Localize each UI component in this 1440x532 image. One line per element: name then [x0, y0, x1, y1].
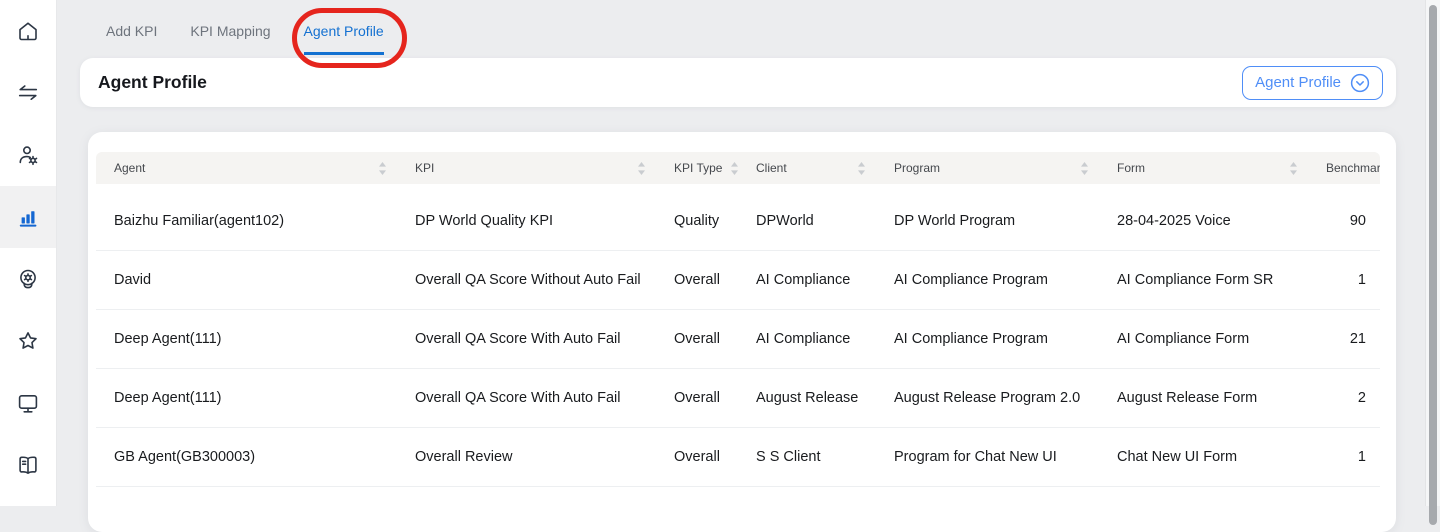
- table-body: Baizhu Familiar(agent102)DP World Qualit…: [96, 192, 1380, 487]
- column-label: Client: [756, 161, 787, 175]
- cell-benchmark: 1: [1308, 428, 1380, 487]
- cell-agent: Deep Agent(111): [96, 310, 397, 369]
- page-header-card: Agent Profile Agent Profile: [80, 58, 1396, 107]
- cell-kpi-type: Overall: [656, 369, 738, 428]
- cell-kpi-type: Quality: [656, 192, 738, 251]
- agent-profile-dropdown-button[interactable]: Agent Profile: [1242, 66, 1383, 100]
- sidebar-item-knowledge-base[interactable]: [0, 434, 56, 496]
- cell-client: August Release: [738, 369, 876, 428]
- table-scroll-area: Agent KPI KPI Type Client Program Form B…: [96, 152, 1380, 522]
- cell-benchmark: 2: [1308, 369, 1380, 428]
- cell-agent: David: [96, 251, 397, 310]
- table-row: Baizhu Familiar(agent102)DP World Qualit…: [96, 192, 1380, 251]
- tab-add-kpi[interactable]: Add KPI: [106, 23, 157, 55]
- column-label: Form: [1117, 161, 1145, 175]
- book-icon: [16, 453, 40, 477]
- cell-agent: Baizhu Familiar(agent102): [96, 192, 397, 251]
- cell-agent: Deep Agent(111): [96, 369, 397, 428]
- cell-benchmark: 21: [1308, 310, 1380, 369]
- cell-form: August Release Form: [1099, 369, 1308, 428]
- table-row: GB Agent(GB300003)Overall ReviewOverallS…: [96, 428, 1380, 487]
- column-header-kpi-type[interactable]: KPI Type: [656, 152, 738, 192]
- cell-program: AI Compliance Program: [876, 310, 1099, 369]
- page-title: Agent Profile: [98, 72, 207, 93]
- cell-kpi: DP World Quality KPI: [397, 192, 656, 251]
- column-label: KPI Type: [674, 161, 722, 175]
- cell-client: DPWorld: [738, 192, 876, 251]
- sort-icon: [378, 161, 387, 176]
- cell-agent: GB Agent(GB300003): [96, 428, 397, 487]
- sidebar-item-home[interactable]: [0, 0, 56, 62]
- cell-program: Program for Chat New UI: [876, 428, 1099, 487]
- sort-icon: [1080, 161, 1089, 176]
- cell-client: S S Client: [738, 428, 876, 487]
- cell-kpi: Overall QA Score With Auto Fail: [397, 369, 656, 428]
- sidebar-item-monitoring[interactable]: [0, 372, 56, 434]
- table-row: DavidOverall QA Score Without Auto FailO…: [96, 251, 1380, 310]
- column-header-agent[interactable]: Agent: [96, 152, 397, 192]
- tab-kpi-mapping[interactable]: KPI Mapping: [190, 23, 270, 55]
- cell-program: August Release Program 2.0: [876, 369, 1099, 428]
- cell-benchmark: 90: [1308, 192, 1380, 251]
- sidebar-item-user-management[interactable]: [0, 124, 56, 186]
- swap-arrows-icon: [16, 81, 40, 105]
- sidebar-item-transactions[interactable]: [0, 62, 56, 124]
- icon-sidebar: [0, 0, 57, 506]
- sort-icon: [857, 161, 866, 176]
- cell-form: AI Compliance Form: [1099, 310, 1308, 369]
- table-header-row: Agent KPI KPI Type Client Program Form B…: [96, 152, 1380, 192]
- cell-program: AI Compliance Program: [876, 251, 1099, 310]
- agent-profile-table-card: Agent KPI KPI Type Client Program Form B…: [88, 132, 1396, 532]
- cell-client: AI Compliance: [738, 251, 876, 310]
- column-label: Program: [894, 161, 940, 175]
- agent-profile-dropdown-label: Agent Profile: [1255, 74, 1341, 91]
- chevron-down-circle-icon: [1350, 73, 1370, 93]
- badge-icon: [16, 267, 40, 291]
- tab-agent-profile[interactable]: Agent Profile: [304, 23, 384, 55]
- kpi-tabs: Add KPI KPI Mapping Agent Profile: [106, 23, 384, 55]
- cell-kpi: Overall Review: [397, 428, 656, 487]
- sort-icon: [637, 161, 646, 176]
- vertical-scrollbar-track: [1425, 0, 1440, 506]
- sort-icon: [730, 161, 739, 176]
- cell-form: 28-04-2025 Voice: [1099, 192, 1308, 251]
- sort-icon: [1289, 161, 1298, 176]
- agent-profile-table: Agent KPI KPI Type Client Program Form B…: [96, 152, 1380, 487]
- column-header-benchmark[interactable]: Benchmark: [1308, 152, 1380, 192]
- cell-kpi-type: Overall: [656, 251, 738, 310]
- star-icon: [16, 329, 40, 353]
- column-header-client[interactable]: Client: [738, 152, 876, 192]
- sidebar-item-quality[interactable]: [0, 248, 56, 310]
- cell-program: DP World Program: [876, 192, 1099, 251]
- column-header-form[interactable]: Form: [1099, 152, 1308, 192]
- bar-chart-icon: [16, 205, 40, 229]
- column-header-program[interactable]: Program: [876, 152, 1099, 192]
- cell-form: Chat New UI Form: [1099, 428, 1308, 487]
- vertical-scrollbar-thumb[interactable]: [1429, 5, 1437, 525]
- cell-kpi-type: Overall: [656, 428, 738, 487]
- cell-kpi: Overall QA Score Without Auto Fail: [397, 251, 656, 310]
- cell-kpi: Overall QA Score With Auto Fail: [397, 310, 656, 369]
- column-label: Agent: [114, 161, 145, 175]
- monitor-icon: [16, 391, 40, 415]
- cell-kpi-type: Overall: [656, 310, 738, 369]
- sidebar-item-reports[interactable]: [0, 186, 56, 248]
- cell-client: AI Compliance: [738, 310, 876, 369]
- cell-benchmark: 1: [1308, 251, 1380, 310]
- table-row: Deep Agent(111)Overall QA Score With Aut…: [96, 310, 1380, 369]
- cell-form: AI Compliance Form SR: [1099, 251, 1308, 310]
- home-icon: [16, 19, 40, 43]
- table-row: Deep Agent(111)Overall QA Score With Aut…: [96, 369, 1380, 428]
- column-label: Benchmark: [1326, 161, 1380, 175]
- column-label: KPI: [415, 161, 434, 175]
- sidebar-item-favorites[interactable]: [0, 310, 56, 372]
- user-settings-icon: [16, 143, 40, 167]
- column-header-kpi[interactable]: KPI: [397, 152, 656, 192]
